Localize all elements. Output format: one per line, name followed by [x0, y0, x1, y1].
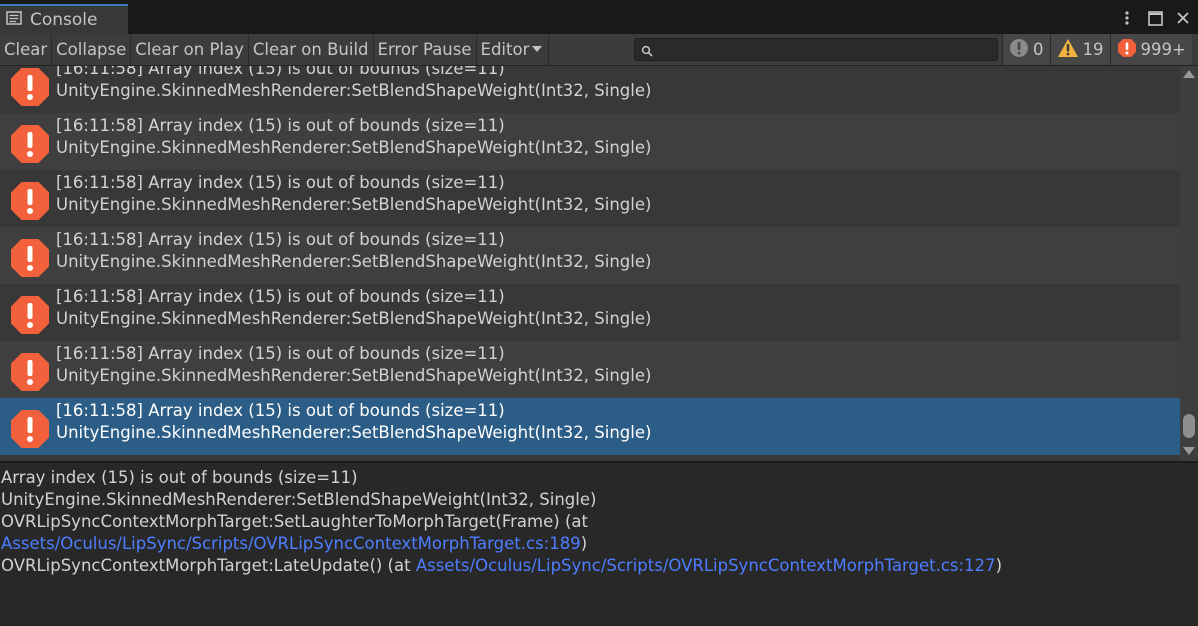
maximize-icon[interactable]: [1146, 9, 1164, 27]
tab-console[interactable]: Console: [0, 4, 128, 34]
title-bar: Console: [0, 0, 1198, 34]
error-icon: [9, 351, 51, 393]
clear-button[interactable]: Clear: [0, 34, 53, 65]
log-entry-text: [16:11:58] Array index (15) is out of bo…: [56, 400, 651, 444]
warning-icon: [1057, 38, 1079, 62]
log-entry-text: [16:11:58] Array index (15) is out of bo…: [56, 115, 651, 159]
log-entry-text: [16:11:58] Array index (15) is out of bo…: [56, 172, 651, 216]
scroll-up-arrow-icon[interactable]: [1183, 70, 1195, 80]
log-entry-trace: UnityEngine.SkinnedMeshRenderer:SetBlend…: [56, 366, 652, 385]
source-link[interactable]: Assets/Oculus/LipSync/Scripts/OVRLipSync…: [416, 556, 996, 575]
log-entry[interactable]: [16:11:58] Array index (15) is out of bo…: [0, 341, 1180, 398]
error-icon: [9, 294, 51, 336]
scroll-down-arrow-icon[interactable]: [1183, 447, 1195, 457]
log-entry-trace: UnityEngine.SkinnedMeshRenderer:SetBlend…: [56, 195, 652, 214]
log-counters: 0 19 999+: [1002, 34, 1192, 65]
console-toolbar: Clear Collapse Clear on Play Clear on Bu…: [0, 34, 1198, 66]
log-entry-text: [16:11:58] Array index (15) is out of bo…: [56, 66, 651, 102]
detail-trace-line: OVRLipSyncContextMorphTarget:LateUpdate(…: [0, 555, 1198, 577]
log-entry[interactable]: [16:11:58] Array index (15) is out of bo…: [0, 227, 1180, 284]
log-entry-message: [16:11:58] Array index (15) is out of bo…: [56, 173, 505, 192]
detail-trace-line: OVRLipSyncContextMorphTarget:SetLaughter…: [1, 512, 588, 531]
log-entry-trace: UnityEngine.SkinnedMeshRenderer:SetBlend…: [56, 138, 652, 157]
warnings-toggle[interactable]: 19: [1049, 34, 1110, 65]
search-field[interactable]: [634, 38, 998, 61]
log-entry-trace: UnityEngine.SkinnedMeshRenderer:SetBlend…: [56, 252, 652, 271]
messages-toggle[interactable]: 0: [1002, 34, 1050, 65]
chevron-down-icon: [532, 43, 543, 56]
clear-on-build-toggle[interactable]: Clear on Build: [249, 34, 374, 65]
errors-toggle[interactable]: 999+: [1109, 34, 1192, 65]
close-icon[interactable]: [1174, 9, 1192, 27]
log-entry-trace: UnityEngine.SkinnedMeshRenderer:SetBlend…: [56, 309, 652, 328]
editor-dropdown-label: Editor: [480, 40, 530, 59]
clear-on-play-toggle[interactable]: Clear on Play: [131, 34, 249, 65]
detail-trace-tail: ): [995, 556, 1002, 575]
error-icon: [9, 123, 51, 165]
log-list: [16:11:58] Array index (15) is out of bo…: [0, 66, 1180, 461]
error-icon: [1117, 38, 1137, 62]
error-icon: [9, 66, 51, 108]
log-entry[interactable]: [16:11:58] Array index (15) is out of bo…: [0, 284, 1180, 341]
log-scrollbar[interactable]: [1180, 66, 1198, 461]
detail-trace-line: UnityEngine.SkinnedMeshRenderer:SetBlend…: [1, 490, 597, 509]
log-entry-message: [16:11:58] Array index (15) is out of bo…: [56, 230, 505, 249]
tab-console-label: Console: [30, 10, 98, 30]
log-entry-trace: UnityEngine.SkinnedMeshRenderer:SetBlend…: [56, 423, 652, 442]
messages-count: 0: [1033, 40, 1044, 59]
detail-trace-tail: ): [580, 534, 588, 553]
log-entry[interactable]: [16:11:58] Array index (15) is out of bo…: [0, 398, 1180, 455]
log-entry[interactable]: [16:11:58] Array index (15) is out of bo…: [0, 113, 1180, 170]
console-icon: [6, 10, 22, 30]
window-controls: [1118, 4, 1192, 32]
editor-dropdown[interactable]: Editor: [477, 34, 550, 65]
log-entry-text: [16:11:58] Array index (15) is out of bo…: [56, 343, 651, 387]
log-entry-message: [16:11:58] Array index (15) is out of bo…: [56, 66, 505, 78]
scrollbar-thumb[interactable]: [1183, 414, 1195, 438]
stack-trace-panel: Array index (15) is out of bounds (size=…: [0, 463, 1198, 626]
log-entry-trace: UnityEngine.SkinnedMeshRenderer:SetBlend…: [56, 81, 652, 100]
log-entry-text: [16:11:58] Array index (15) is out of bo…: [56, 286, 651, 330]
info-icon: [1009, 38, 1029, 62]
detail-trace-prefix: OVRLipSyncContextMorphTarget:LateUpdate(…: [1, 556, 416, 575]
detail-message: Array index (15) is out of bounds (size=…: [1, 468, 358, 487]
warnings-count: 19: [1082, 40, 1104, 59]
error-pause-toggle[interactable]: Error Pause: [374, 34, 477, 65]
collapse-toggle[interactable]: Collapse: [52, 34, 132, 65]
detail-trace-line: Assets/Oculus/LipSync/Scripts/OVRLipSync…: [0, 533, 1198, 555]
error-icon: [9, 237, 51, 279]
log-entry-text: [16:11:58] Array index (15) is out of bo…: [56, 229, 651, 273]
log-entry[interactable]: [16:11:58] Array index (15) is out of bo…: [0, 170, 1180, 227]
log-entry-message: [16:11:58] Array index (15) is out of bo…: [56, 287, 505, 306]
log-entry[interactable]: [16:11:58] Array index (15) is out of bo…: [0, 66, 1180, 113]
log-entry-message: [16:11:58] Array index (15) is out of bo…: [56, 344, 505, 363]
more-icon[interactable]: [1118, 9, 1136, 27]
search-input[interactable]: [659, 39, 989, 60]
error-icon: [9, 180, 51, 222]
search-icon: [641, 43, 654, 57]
error-icon: [9, 408, 51, 450]
log-entry-message: [16:11:58] Array index (15) is out of bo…: [56, 401, 505, 420]
source-link[interactable]: Assets/Oculus/LipSync/Scripts/OVRLipSync…: [1, 534, 581, 553]
log-entry-message: [16:11:58] Array index (15) is out of bo…: [56, 116, 505, 135]
errors-count: 999+: [1140, 40, 1186, 59]
